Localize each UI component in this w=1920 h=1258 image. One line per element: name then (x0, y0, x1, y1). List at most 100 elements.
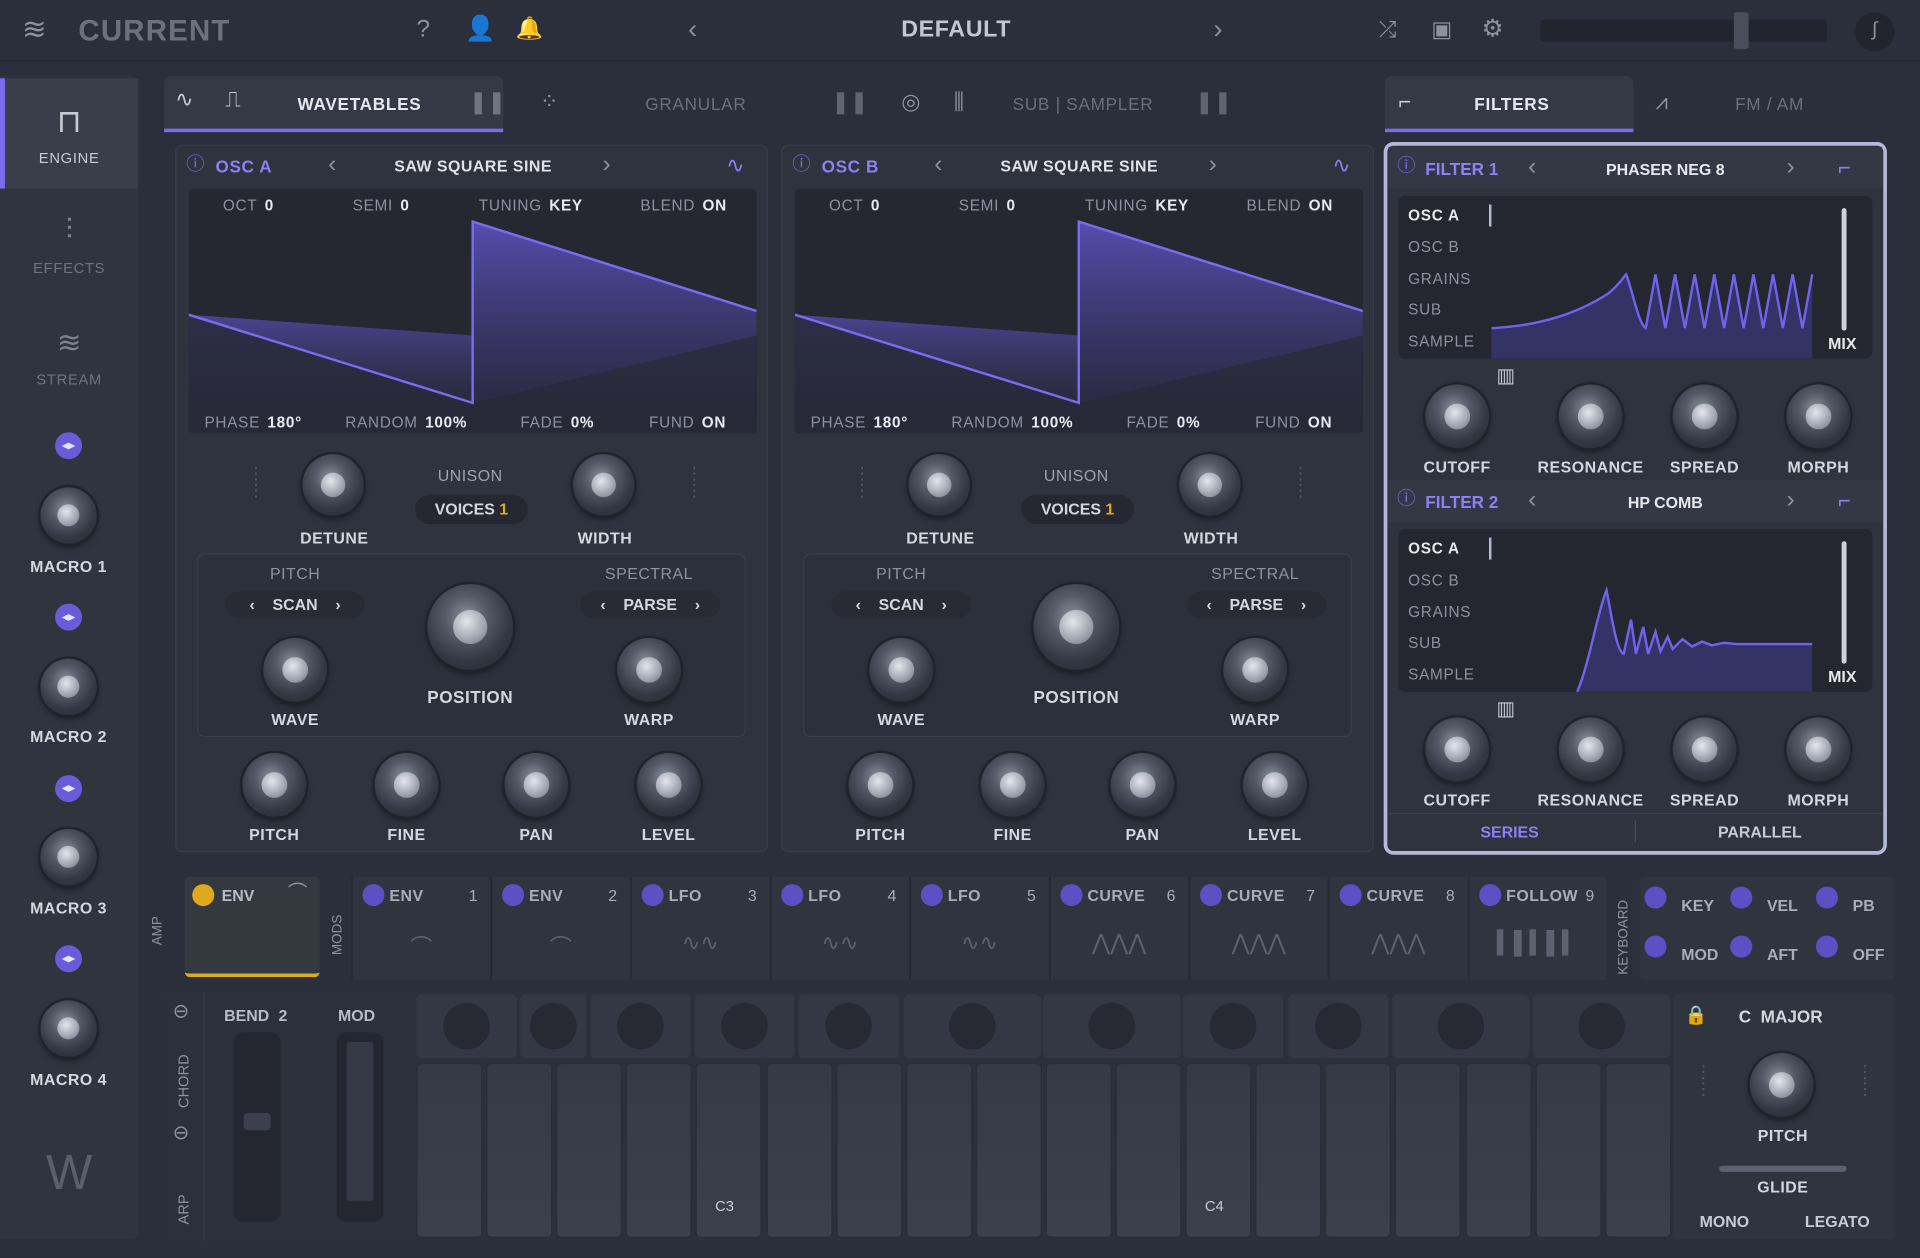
save-icon[interactable]: ▣ (1431, 18, 1452, 40)
mod-drag-dot[interactable] (362, 884, 385, 907)
amp-env-mod-dot[interactable] (192, 884, 215, 907)
wavetable-name[interactable]: SAW SQUARE SINE (394, 157, 552, 175)
macro-2-knob[interactable] (40, 658, 97, 716)
morph-knob[interactable] (1786, 717, 1851, 782)
resonance-knob[interactable] (1558, 717, 1623, 782)
scan-selector[interactable]: ‹ SCAN › (225, 591, 365, 619)
prev-filter-type-icon[interactable]: ‹ (1528, 487, 1536, 511)
pan-knob[interactable] (1110, 753, 1175, 817)
voices-selector[interactable]: VOICES 1 (415, 494, 528, 525)
scale-selector[interactable]: C MAJOR (1739, 1007, 1823, 1027)
drag-handle-icon[interactable]: ⋮ ⋮ (686, 464, 703, 498)
semi-readout[interactable]: SEMI 0 (959, 197, 1016, 214)
next-filter-type-icon[interactable]: › (1787, 487, 1795, 511)
mod-slot-1[interactable]: ENV 1 ⌒ (351, 876, 490, 980)
next-wavetable-icon[interactable]: › (1209, 152, 1217, 176)
source-sample[interactable]: SAMPLE (1408, 666, 1475, 683)
white-key[interactable] (1045, 1062, 1112, 1238)
source-grains[interactable]: GRAINS (1408, 271, 1471, 288)
source-osc-a[interactable]: OSC A (1408, 207, 1460, 224)
white-key[interactable] (1395, 1062, 1462, 1238)
mod-drag-dot[interactable] (1644, 886, 1667, 909)
fine-knob[interactable] (374, 753, 439, 817)
level-knob[interactable] (636, 753, 701, 817)
position-knob[interactable] (1033, 584, 1120, 670)
mod-slot-9[interactable]: FOLLOW 9 ▍▌▍▌▍ (1468, 876, 1607, 980)
filter-shape-icon[interactable]: ⌐ (1838, 490, 1851, 512)
wavetable-display[interactable]: OCT 0 SEMI 0 TUNING KEY BLEND ON PHASE 180° R… (188, 188, 757, 434)
filter-type[interactable]: PHASER NEG 8 (1560, 160, 1771, 178)
mod-slot-4[interactable]: LFO 4 ∿∿ (770, 876, 909, 980)
mix-slider[interactable] (1841, 208, 1847, 331)
bell-icon[interactable]: 🔔 (516, 17, 543, 39)
drag-handle-icon[interactable]: ⋮ ⋮ (1292, 464, 1309, 498)
mod-wheel[interactable] (336, 1032, 384, 1223)
filter-display[interactable]: OSC A OSC B GRAINS SUB SAMPLE MIX (1398, 195, 1873, 359)
user-icon[interactable]: 👤 (465, 17, 495, 41)
keyboard-mod-mod[interactable]: MOD (1642, 931, 1725, 975)
help-icon[interactable]: ? (416, 17, 430, 41)
black-key[interactable] (1043, 994, 1181, 1058)
gear-icon[interactable]: ⚙ (1482, 17, 1504, 41)
mono-button[interactable]: MONO (1700, 1212, 1750, 1230)
macro-2-mod-button[interactable]: ◂▸ (55, 603, 83, 631)
black-key[interactable] (1288, 994, 1389, 1058)
glide-slider[interactable] (1719, 1165, 1847, 1172)
white-key[interactable] (1604, 1062, 1672, 1238)
macro-3-knob[interactable] (40, 828, 97, 886)
black-key[interactable] (416, 994, 517, 1058)
black-key[interactable] (1392, 994, 1530, 1058)
mod-drag-dot[interactable] (1730, 886, 1753, 909)
spread-knob[interactable] (1672, 384, 1737, 449)
pause-icon[interactable]: ❚❚ (1195, 91, 1232, 113)
sidebar-item-label[interactable]: STREAM (0, 371, 138, 388)
white-key[interactable] (1535, 1062, 1602, 1238)
detune-knob[interactable] (302, 454, 364, 516)
filter-display[interactable]: OSC A OSC B GRAINS SUB SAMPLE MIX (1398, 528, 1873, 692)
prev-filter-type-icon[interactable]: ‹ (1528, 154, 1536, 178)
drag-handle-icon[interactable]: ⋮ ⋮ (853, 464, 870, 498)
phase-readout[interactable]: PHASE 180° (204, 414, 302, 431)
prev-wavetable-icon[interactable]: ‹ (328, 152, 336, 176)
power-icon[interactable]: ⓘ (1397, 490, 1415, 508)
source-grains[interactable]: GRAINS (1408, 604, 1471, 621)
keyboard-mod-vel[interactable]: VEL (1728, 882, 1811, 926)
mod-slot-6[interactable]: CURVE 6 ⋀⋀⋀ (1049, 876, 1188, 980)
white-key[interactable] (486, 1062, 553, 1238)
warp-knob[interactable] (1223, 637, 1287, 702)
mod-drag-dot[interactable] (1479, 884, 1502, 907)
global-pitch-knob[interactable] (1749, 1053, 1814, 1117)
next-preset-icon[interactable]: › (1213, 15, 1222, 43)
source-osc-b[interactable]: OSC B (1408, 239, 1459, 256)
mod-drag-dot[interactable] (1815, 935, 1838, 958)
mod-drag-dot[interactable] (781, 884, 804, 907)
series-button[interactable]: SERIES (1480, 823, 1538, 841)
white-key[interactable] (905, 1062, 972, 1238)
mod-drag-dot[interactable] (1200, 884, 1223, 907)
mod-drag-dot[interactable] (1339, 884, 1362, 907)
spread-knob[interactable] (1672, 717, 1737, 782)
mod-slot-5[interactable]: LFO 5 ∿∿ (909, 876, 1049, 980)
cutoff-knob[interactable] (1425, 384, 1489, 449)
macro-3-mod-button[interactable]: ◂▸ (55, 775, 83, 803)
pause-icon[interactable]: ❚❚ (831, 91, 868, 113)
source-sub[interactable]: SUB (1408, 634, 1442, 651)
width-knob[interactable] (1179, 454, 1241, 516)
white-key[interactable] (1115, 1062, 1182, 1238)
white-key[interactable] (416, 1062, 483, 1238)
parse-selector[interactable]: ‹ PARSE › (1186, 591, 1327, 619)
source-sample[interactable]: SAMPLE (1408, 333, 1475, 350)
source-osc-b[interactable]: OSC B (1408, 572, 1459, 589)
mod-drag-dot[interactable] (502, 884, 525, 907)
pitch-bend-wheel[interactable] (233, 1032, 281, 1223)
keyboard-mod-off[interactable]: OFF (1813, 931, 1896, 975)
macro-1-knob[interactable] (40, 487, 97, 544)
sidebar-item-label[interactable]: EFFECTS (0, 260, 138, 277)
keytrack-icon[interactable]: ▥ (1496, 367, 1515, 387)
keyboard-mod-pb[interactable]: PB (1813, 882, 1896, 926)
wavetable-display[interactable]: OCT 0 SEMI 0 TUNING KEY BLEND ON PHASE 180° R… (794, 188, 1363, 434)
pause-icon[interactable]: ❚❚ (469, 91, 506, 113)
voices-selector[interactable]: VOICES 1 (1021, 494, 1134, 525)
keyboard-mod-aft[interactable]: AFT (1728, 931, 1811, 975)
white-key[interactable] (626, 1062, 693, 1238)
